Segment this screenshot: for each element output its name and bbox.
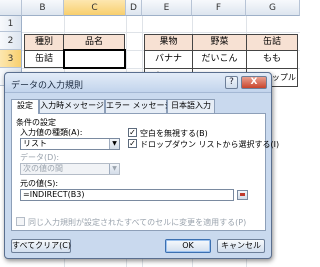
range-select-icon[interactable]	[237, 190, 248, 200]
column-header-d[interactable]: D	[126, 0, 142, 16]
row-header-3[interactable]: 3	[0, 50, 22, 68]
cell-b3[interactable]: 缶詰	[24, 50, 64, 68]
close-button[interactable]: X	[241, 76, 267, 89]
ignore-blank-checkbox[interactable]: ✓	[128, 128, 137, 137]
dropdown-checkbox[interactable]: ✓	[128, 139, 137, 148]
cell-e3[interactable]: バナナ	[144, 50, 193, 69]
column-header-c[interactable]: C	[64, 0, 126, 16]
cell-f2[interactable]: 野菜	[192, 34, 247, 51]
column-header-b[interactable]: B	[22, 0, 64, 16]
chevron-down-icon: ▼	[109, 139, 119, 149]
cancel-button[interactable]: キャンセル	[217, 239, 265, 253]
source-input[interactable]: =INDIRECT(B3)	[20, 189, 234, 201]
allow-select-value: リスト	[23, 139, 47, 148]
data-select-value: 次の値の間	[23, 164, 63, 173]
apply-all-checkbox[interactable]	[16, 217, 25, 226]
dropdown-label: ドロップダウン リストから選択する(I)	[140, 140, 280, 149]
source-label: 元の値(S):	[20, 179, 59, 188]
data-select[interactable]: 次の値の間 ▼	[20, 163, 120, 175]
column-header-f[interactable]: F	[192, 0, 246, 16]
column-header-g[interactable]: G	[246, 0, 300, 16]
data-validation-dialog: データの入力規則 ? X 設定 入力時メッセージ エラー メッセージ 日本語入力…	[4, 72, 279, 259]
chevron-down-icon: ▼	[109, 164, 119, 174]
cell-f3[interactable]: だいこん	[192, 50, 247, 69]
dialog-title: データの入力規則	[11, 81, 84, 91]
allow-label: 入力値の種類(A):	[20, 128, 83, 137]
cell-g3[interactable]: もも	[246, 50, 298, 69]
dialog-title-bar[interactable]: データの入力規則 ? X	[5, 73, 271, 93]
active-cell-cursor	[63, 49, 126, 69]
allow-select[interactable]: リスト ▼	[20, 138, 120, 150]
column-header-e[interactable]: E	[142, 0, 192, 16]
data-label: データ(D):	[20, 153, 60, 162]
tab-error-message[interactable]: エラー メッセージ	[105, 99, 172, 113]
cell-b2[interactable]: 種別	[24, 34, 64, 51]
ok-button[interactable]: OK	[165, 239, 211, 253]
select-all-corner[interactable]	[0, 0, 22, 16]
row-header-1[interactable]: 1	[0, 16, 22, 32]
clear-all-button[interactable]: すべてクリア(C)	[11, 239, 71, 253]
row-header-2[interactable]: 2	[0, 32, 22, 50]
cell-g2[interactable]: 缶詰	[246, 34, 298, 51]
tab-settings[interactable]: 設定	[11, 99, 39, 114]
tab-ime-mode[interactable]: 日本語入力	[167, 99, 215, 113]
ignore-blank-label: 空白を無視する(B)	[140, 129, 208, 138]
cell-e2[interactable]: 果物	[144, 34, 193, 51]
tab-input-message[interactable]: 入力時メッセージ	[39, 99, 105, 113]
apply-all-label: 同じ入力規則が設定されたすべてのセルに変更を適用する(P)	[28, 218, 247, 227]
settings-panel: 条件の設定 入力値の種類(A): リスト ▼ ✓ 空白を無視する(B) ✓ ドロ…	[11, 113, 279, 231]
help-button[interactable]: ?	[225, 76, 238, 89]
